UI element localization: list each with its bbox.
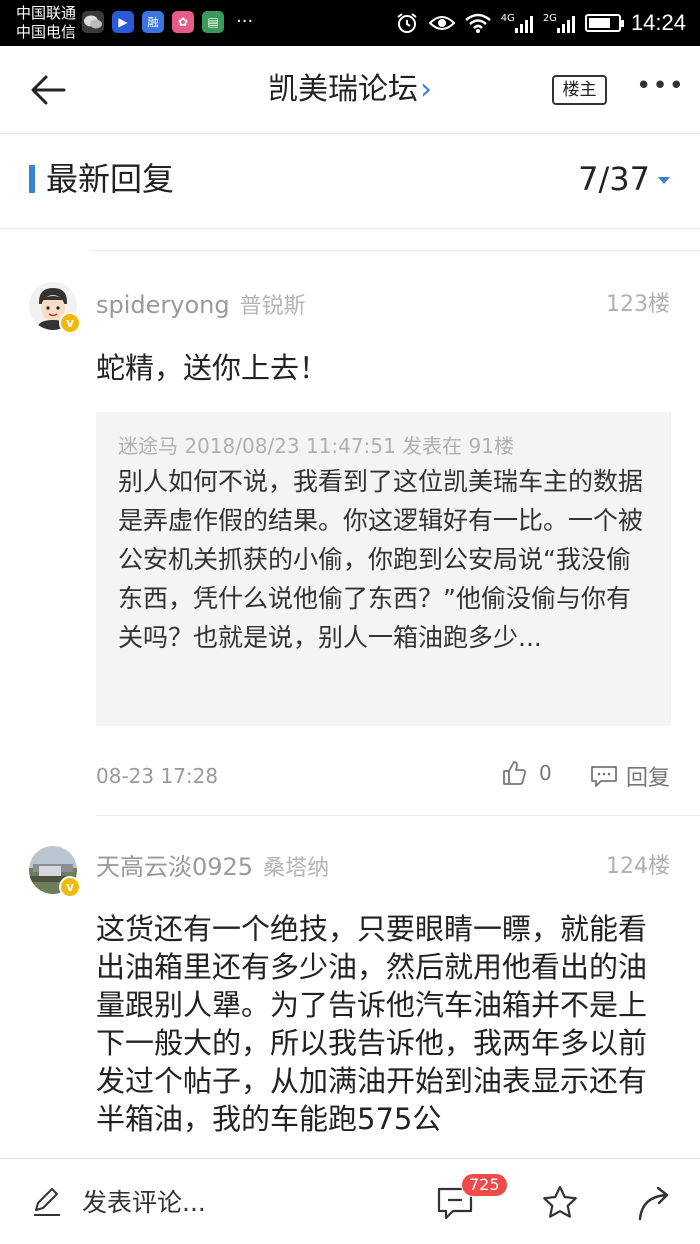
post-content: 这货还有一个绝技，只要眼睛一瞟，就能看出油箱里还有多少油，然后就用他看出的油量跟… [96,912,648,1136]
alarm-icon [397,13,417,33]
car-model: 普锐斯 [239,294,306,319]
section-accent-bar [29,165,35,193]
carrier-1: 中国联通 [16,4,77,22]
username[interactable]: spideryong [96,291,230,319]
wechat-icon [82,11,104,33]
signal-2g-icon: 2G [543,13,575,33]
divider [90,250,700,251]
like-icon [503,761,527,785]
carrier-2: 中国电信 [16,23,77,41]
floor-number: 123楼 [606,292,670,317]
photos-app-icon: ✿ [172,11,194,33]
like-button[interactable]: 0 [501,760,552,786]
forum-title-text: 凯美瑞论坛 [268,72,418,107]
share-button[interactable] [634,1183,674,1223]
star-icon [543,1185,577,1218]
owner-only-button[interactable]: 楼主 [552,75,607,105]
car-model: 桑塔纳 [263,856,330,881]
avatar[interactable]: v [29,846,81,898]
post-divider [96,815,700,816]
quote-meta: 迷途马 2018/08/23 11:47:51 发表在 91楼 [118,434,514,458]
username[interactable]: 天高云淡0925 [96,853,253,881]
reply-button[interactable]: 回复 [590,760,670,792]
quote-text: 别人如何不说，我看到了这位凯美瑞车主的数据是弄虚作假的结果。你这逻辑好有一比。一… [118,467,644,652]
post-footer: 08-23 17:28 0 回复 [96,760,670,792]
username-row: 天高云淡0925 桑塔纳 [96,852,329,884]
status-right: 4G 2G 14:24 [395,10,686,36]
compose-input[interactable]: 发表评论... [30,1183,206,1219]
page-indicator[interactable]: 7/37 [578,159,650,199]
pen-icon [34,1188,60,1216]
carrier-info: 中国联通 中国电信 [16,4,76,42]
caret-down-icon[interactable] [658,177,670,184]
floor-number: 124楼 [606,854,670,879]
signal-4g-icon: 4G [501,13,533,33]
reply-label: 回复 [625,766,670,791]
finance-app-icon: 融 [142,11,164,33]
quoted-post[interactable]: 迷途马 2018/08/23 11:47:51 发表在 91楼 别人如何不说，我… [96,412,671,726]
chevron-right-icon: › [420,72,432,107]
share-icon [638,1186,669,1221]
like-count: 0 [539,761,552,785]
battery-icon [584,14,624,32]
more-icon[interactable]: ••• [636,73,684,104]
video-app-icon: ▶ [112,11,134,33]
bottom-bar: 发表评论... 725 [0,1158,700,1244]
title-bar: 凯美瑞论坛› 楼主 ••• [0,46,700,134]
post-time: 08-23 17:28 [96,764,219,788]
section-header: 最新回复 7/37 [0,135,700,229]
section-title: 最新回复 [46,160,175,198]
signal-2g-label: 2G [542,13,557,24]
verified-badge-icon: v [59,312,81,334]
favorite-button[interactable] [540,1183,580,1223]
post-content: 蛇精，送你上去！ [96,351,329,385]
username-row: spideryong 普锐斯 [96,290,306,322]
status-bar: 中国联通 中国电信 ▶ 融 ✿ ▤ ··· 4G 2G 14:24 [0,0,700,46]
more-notifications-icon: ··· [236,11,254,32]
compose-placeholder: 发表评论... [82,1188,206,1217]
comment-count-badge: 725 [461,1173,508,1197]
eye-comfort-icon [428,16,455,30]
signal-4g-label: 4G [500,13,515,24]
avatar[interactable]: v [29,282,81,334]
wifi-icon [464,13,491,33]
comment-icon [591,766,617,787]
verified-badge-icon: v [59,876,81,898]
notification-icons: ▶ 融 ✿ ▤ ··· [82,11,253,33]
wallet-app-icon: ▤ [202,11,224,33]
clock: 14:24 [630,10,686,35]
battery-fill [588,18,610,28]
